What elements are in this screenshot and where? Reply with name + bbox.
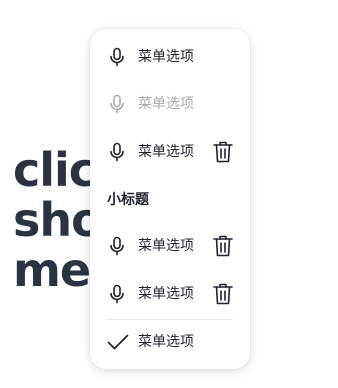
menu-item-label: 菜单选项 <box>138 238 194 254</box>
menu-item-label: 菜单选项 <box>138 49 194 65</box>
microphone-icon <box>107 284 127 304</box>
menu-item-label: 菜单选项 <box>138 286 194 302</box>
menu-item-5[interactable]: 菜单选项 <box>90 270 250 318</box>
trash-icon[interactable] <box>212 282 234 306</box>
menu-item-2-disabled: 菜单选项 <box>90 80 250 128</box>
trash-icon[interactable] <box>212 234 234 258</box>
menu-item-label: 菜单选项 <box>138 144 194 160</box>
menu-item-label: 菜单选项 <box>138 334 194 350</box>
microphone-icon <box>107 47 127 67</box>
microphone-icon <box>107 142 127 162</box>
menu-section-title: 小标题 <box>107 192 149 208</box>
dropdown-menu: 菜单选项 菜单选项 菜单选项 小标题 菜单选项 菜单选项 菜单选项 <box>90 29 250 369</box>
menu-item-4[interactable]: 菜单选项 <box>90 222 250 270</box>
menu-item-checked[interactable]: 菜单选项 <box>90 318 250 366</box>
menu-item-3[interactable]: 菜单选项 <box>90 128 250 176</box>
trash-icon[interactable] <box>212 140 234 164</box>
check-icon <box>107 332 129 352</box>
microphone-icon <box>107 236 127 256</box>
microphone-icon <box>107 94 127 114</box>
menu-item-1[interactable]: 菜单选项 <box>90 33 250 81</box>
menu-item-label: 菜单选项 <box>138 96 194 112</box>
